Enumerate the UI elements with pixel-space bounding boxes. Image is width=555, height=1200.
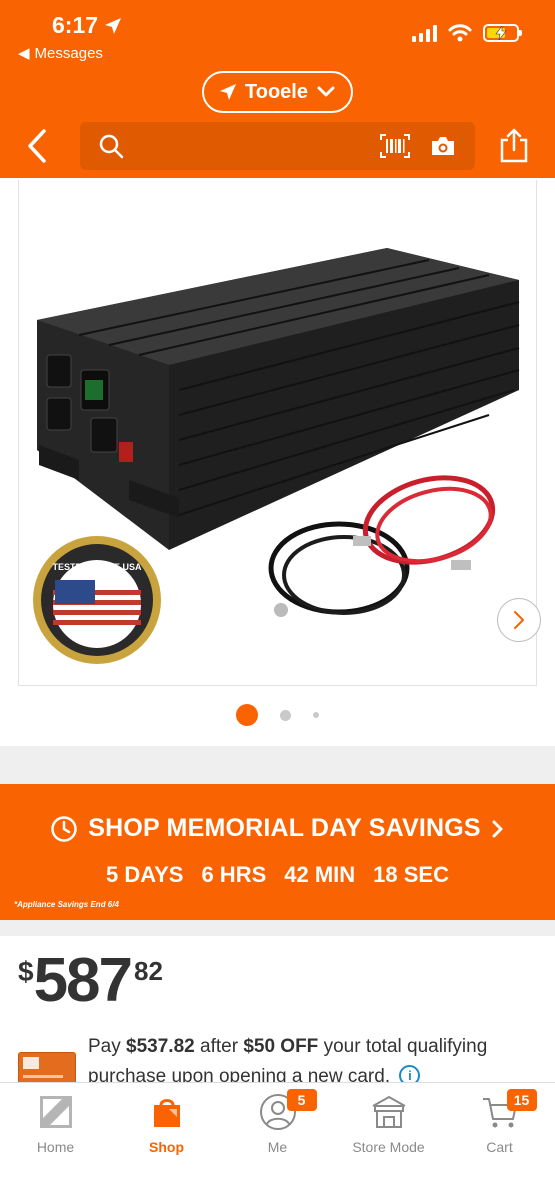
user-icon: 5 (259, 1089, 317, 1133)
cart-icon: 15 (481, 1089, 537, 1133)
status-time: 6:17 (52, 12, 122, 39)
signal-icon (412, 24, 437, 42)
carousel-dot-active[interactable] (236, 704, 258, 726)
banner-title: SHOP MEMORIAL DAY SAVINGS (0, 814, 555, 843)
status-icons (412, 24, 522, 42)
shopping-bag-icon (151, 1091, 183, 1133)
section-divider (0, 746, 555, 784)
section-divider (0, 920, 555, 936)
status-time-text: 6:17 (52, 12, 99, 38)
nav-item-cart[interactable]: 15 Cart (444, 1089, 555, 1155)
store-location-selector[interactable]: Tooele (202, 71, 353, 113)
product-image-card[interactable]: TESTED IN THE USA (18, 180, 541, 686)
countdown-days: 5 DAYS (106, 862, 184, 887)
search-bar[interactable] (80, 122, 475, 170)
chevron-right-icon (514, 611, 524, 629)
back-app-label: Messages (34, 44, 103, 62)
wifi-icon (448, 24, 472, 42)
location-arrow-icon (105, 17, 122, 34)
countdown-seconds: 18 SEC (373, 862, 449, 887)
share-icon[interactable] (499, 128, 529, 164)
offer-pay-amount: $537.82 (126, 1036, 195, 1057)
offer-after-text: after (200, 1036, 239, 1057)
bottom-navigation: Home Shop 5 Me Store Mode 15 Cart (0, 1082, 555, 1200)
nav-label-home: Home (36, 1139, 75, 1155)
banner-title-text: SHOP MEMORIAL DAY SAVINGS (88, 814, 481, 842)
banner-footnote: *Appliance Savings End 6/4 (14, 900, 119, 909)
nav-label-shop: Shop (149, 1139, 184, 1155)
carousel-dot[interactable] (280, 709, 291, 721)
store-icon (369, 1091, 409, 1133)
back-triangle-icon: ◀ (18, 45, 30, 62)
product-price: $ 587 82 (18, 950, 163, 1012)
carousel-dot[interactable] (313, 712, 319, 718)
search-icon (99, 134, 124, 159)
home-depot-logo-icon (38, 1091, 74, 1133)
countdown-minutes: 42 MIN (284, 862, 356, 887)
me-notification-badge: 5 (286, 1089, 317, 1111)
tested-badge-text: TESTED IN THE USA (52, 562, 142, 572)
countdown-timer: 5 DAYS 6 HRS 42 MIN 18 SEC (0, 862, 555, 888)
product-image: TESTED IN THE USA (33, 248, 520, 664)
nav-label-me: Me (267, 1139, 288, 1155)
camera-icon[interactable] (430, 135, 456, 157)
cart-count-badge: 15 (506, 1089, 537, 1111)
offer-discount: $50 OFF (243, 1036, 319, 1057)
carousel-indicator (0, 704, 555, 726)
nav-item-shop[interactable]: Shop (111, 1091, 222, 1155)
barcode-scan-icon[interactable] (380, 134, 410, 158)
battery-icon (483, 24, 522, 42)
clock-icon (51, 815, 77, 842)
memorial-day-banner[interactable]: SHOP MEMORIAL DAY SAVINGS 5 DAYS 6 HRS 4… (0, 784, 555, 920)
nav-item-me[interactable]: 5 Me (222, 1089, 333, 1155)
credit-card-image (18, 1052, 76, 1084)
price-cents: 82 (134, 956, 163, 986)
nav-label-store-mode: Store Mode (352, 1139, 425, 1155)
app-header: 6:17 ◀ Messages Tooele (0, 0, 555, 178)
nav-item-home[interactable]: Home (0, 1091, 111, 1155)
countdown-hours: 6 HRS (201, 862, 267, 887)
carousel-next-button[interactable] (497, 598, 541, 642)
location-arrow-icon (220, 84, 237, 100)
price-dollars: 587 (33, 946, 133, 1015)
location-name: Tooele (245, 80, 308, 103)
nav-item-store-mode[interactable]: Store Mode (333, 1091, 444, 1155)
chevron-right-icon (492, 820, 503, 837)
offer-pay-prefix: Pay (88, 1036, 121, 1057)
price-currency: $ (18, 956, 34, 987)
back-chevron-icon[interactable] (24, 128, 54, 164)
chevron-down-icon (317, 86, 335, 97)
charging-bolt-icon (495, 26, 507, 40)
nav-label-cart: Cart (486, 1139, 513, 1155)
back-to-app[interactable]: ◀ Messages (18, 44, 103, 63)
